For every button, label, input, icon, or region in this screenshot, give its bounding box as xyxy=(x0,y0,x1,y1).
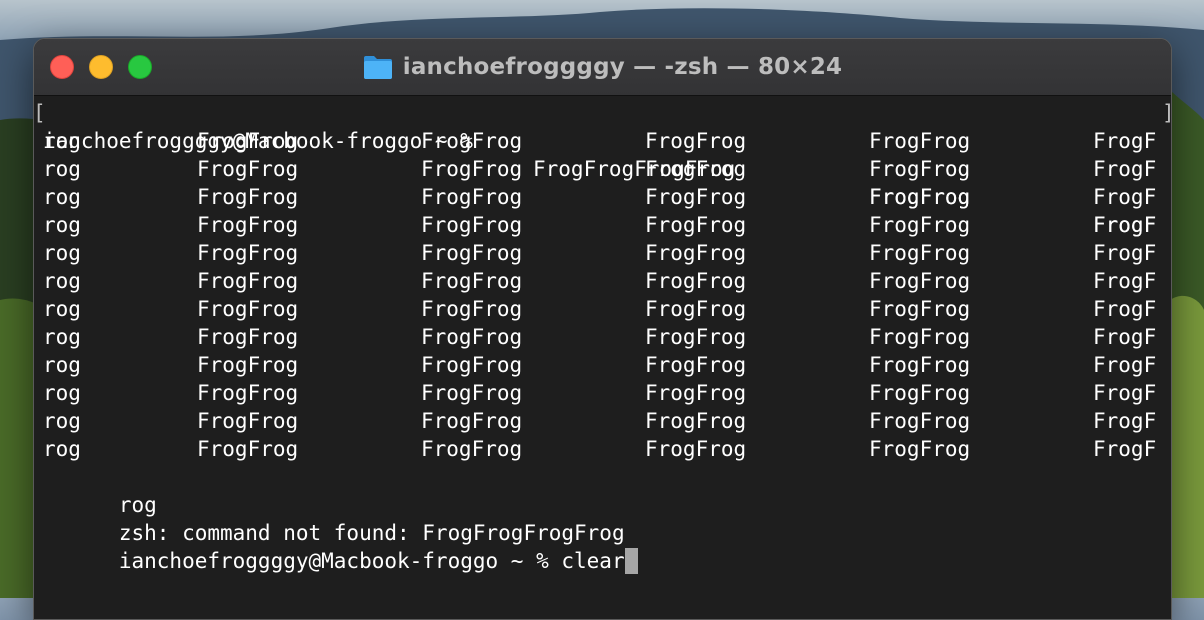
output-cell: FrogFrog xyxy=(869,157,971,181)
output-cell: FrogF xyxy=(1093,353,1157,377)
output-cell: FrogFrog xyxy=(645,437,747,461)
output-cell: FrogFrog xyxy=(197,213,299,237)
output-cell: rog xyxy=(43,297,81,321)
output-cell: FrogF xyxy=(1093,241,1157,265)
wrap-bracket-right: ] xyxy=(1162,99,1171,127)
output-cell: FrogF xyxy=(1093,157,1157,181)
output-cell: FrogFrog xyxy=(869,325,971,349)
terminal-line-1: ianchoefroggggy@Macbook-froggo ~ % FrogF… xyxy=(43,99,1156,237)
terminal-content[interactable]: [ ianchoefroggggy@Macbook-froggo ~ % Fro… xyxy=(34,96,1171,619)
output-cell: FrogFrog xyxy=(869,353,971,377)
output-cell: FrogFrog xyxy=(197,381,299,405)
output-cell: FrogFrog xyxy=(645,269,747,293)
output-cell: FrogFrog xyxy=(421,409,523,433)
output-cell: FrogFrog xyxy=(197,241,299,265)
output-cell: FrogFrog xyxy=(869,269,971,293)
output-cell: FrogF xyxy=(1093,185,1157,209)
output-cell: FrogFrog xyxy=(421,297,523,321)
prompt-text: ianchoefroggggy@Macbook-froggo ~ % xyxy=(118,549,562,573)
output-cell: FrogF xyxy=(1093,409,1157,433)
output-cell: FrogFrog xyxy=(421,381,523,405)
output-cell: FrogF xyxy=(1093,381,1157,405)
output-cell: FrogFrog xyxy=(421,213,523,237)
output-cell: FrogFrog xyxy=(645,297,747,321)
output-cell: FrogFrog xyxy=(869,185,971,209)
output-cell: FrogFrog xyxy=(869,409,971,433)
output-cell: FrogF xyxy=(1093,213,1157,237)
output-cell: FrogFrog xyxy=(645,157,747,181)
output-cell: FrogF xyxy=(1093,437,1157,461)
output-cell: FrogF xyxy=(1093,325,1157,349)
title-bar[interactable]: ianchoefroggggy — -zsh — 80×24 xyxy=(34,39,1171,96)
output-cell: FrogFrog xyxy=(645,325,747,349)
output-cell: rog xyxy=(43,129,81,153)
output-cell: FrogFrog xyxy=(197,409,299,433)
output-cell: FrogFrog xyxy=(869,381,971,405)
output-cell: FrogFrog xyxy=(421,129,523,153)
output-cell: FrogFrog xyxy=(869,297,971,321)
output-cell: FrogFrog xyxy=(197,297,299,321)
output-cell: rog xyxy=(43,213,81,237)
current-prompt-line[interactable]: ianchoefroggggy@Macbook-froggo ~ % clear xyxy=(43,519,638,574)
folder-icon xyxy=(363,56,392,79)
output-cell: FrogFrog xyxy=(645,129,747,153)
output-cell: FrogFrog xyxy=(645,241,747,265)
output-cell: FrogFrog xyxy=(869,213,971,237)
window-title: ianchoefroggggy — -zsh — 80×24 xyxy=(402,54,843,80)
output-cell: FrogFrog xyxy=(197,157,299,181)
output-cell: rog xyxy=(43,353,81,377)
output-cell: FrogFrog xyxy=(197,353,299,377)
output-cell: rog xyxy=(43,437,81,461)
output-cell: FrogFrog xyxy=(421,185,523,209)
output-cell: rog xyxy=(43,241,81,265)
output-cell: FrogFrog xyxy=(197,185,299,209)
output-cell: rog xyxy=(43,325,81,349)
output-cell: FrogF xyxy=(1093,297,1157,321)
output-cell: FrogFrog xyxy=(197,269,299,293)
output-cell: FrogFrog xyxy=(421,241,523,265)
text-cursor xyxy=(624,548,638,574)
output-cell: FrogF xyxy=(1093,129,1157,153)
window-title-container: ianchoefroggggy — -zsh — 80×24 xyxy=(34,39,1171,95)
terminal-window[interactable]: ianchoefroggggy — -zsh — 80×24 [ ianchoe… xyxy=(33,38,1172,620)
output-cell: FrogF xyxy=(1093,269,1157,293)
output-cell: FrogFrog xyxy=(645,185,747,209)
output-cell: FrogFrog xyxy=(421,325,523,349)
output-cell: FrogFrog xyxy=(645,381,747,405)
output-cell: FrogFrog xyxy=(869,129,971,153)
output-cell: FrogFrog xyxy=(421,437,523,461)
output-cell: FrogFrog xyxy=(197,325,299,349)
output-cell: FrogFrog xyxy=(645,409,747,433)
output-cell: FrogFrog xyxy=(645,353,747,377)
output-cell: FrogFrog xyxy=(421,157,523,181)
output-cell: rog xyxy=(43,409,81,433)
output-cell: rog xyxy=(43,269,81,293)
output-cell: FrogFrog xyxy=(645,213,747,237)
output-cell: FrogFrog xyxy=(869,437,971,461)
output-cell: rog xyxy=(43,185,81,209)
command-input[interactable]: clear xyxy=(561,549,624,573)
terminal-line-tail: rog xyxy=(43,463,157,517)
output-cell: rog xyxy=(43,157,81,181)
error-line: zsh: command not found: FrogFrogFrogFrog xyxy=(43,491,625,545)
output-cell: FrogFrog xyxy=(869,241,971,265)
output-cell: FrogFrog xyxy=(421,269,523,293)
output-cell: rog xyxy=(43,381,81,405)
output-cell: FrogFrog xyxy=(421,353,523,377)
output-cell: FrogFrog xyxy=(197,129,299,153)
output-cell: FrogFrog xyxy=(197,437,299,461)
